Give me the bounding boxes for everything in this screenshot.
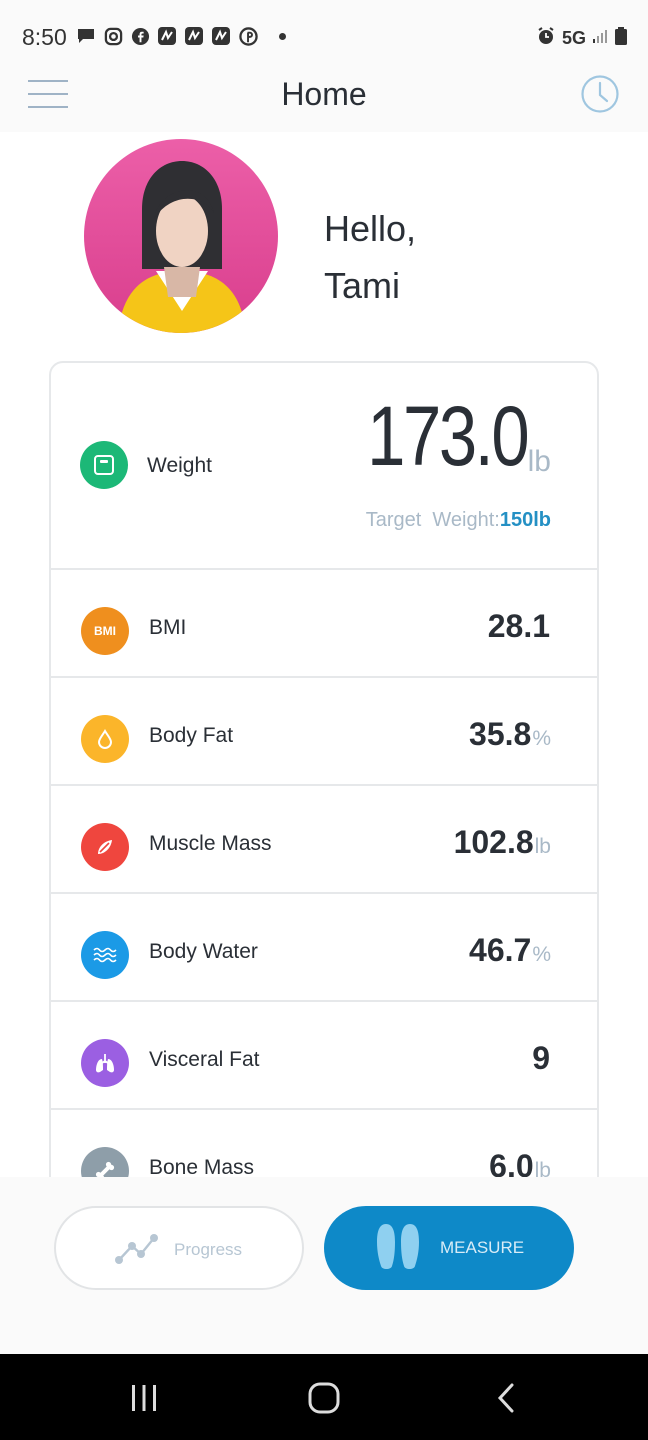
metric-row-muscle-mass[interactable]: Muscle Mass 102.8 lb bbox=[51, 786, 597, 894]
weight-label: Weight bbox=[147, 454, 212, 477]
greeting: Hello, Tami bbox=[324, 200, 416, 314]
metric-value: 9 bbox=[532, 1040, 551, 1077]
app-header: Home bbox=[0, 58, 648, 132]
weight-value: 173.0 lb bbox=[332, 391, 551, 481]
app-n-icon bbox=[157, 26, 177, 46]
instagram-icon bbox=[103, 26, 123, 46]
water-waves-icon bbox=[81, 931, 129, 979]
target-weight-label: Target Weight: bbox=[365, 509, 500, 531]
footprints-icon bbox=[372, 1220, 424, 1281]
facebook-icon bbox=[130, 26, 150, 46]
metric-row-body-fat[interactable]: Body Fat 35.8 % bbox=[51, 678, 597, 786]
pinterest-icon bbox=[238, 26, 258, 46]
lungs-icon bbox=[81, 1039, 129, 1087]
alarm-icon bbox=[536, 26, 556, 51]
metric-row-body-water[interactable]: Body Water 46.7 % bbox=[51, 894, 597, 1002]
metric-value: 46.7 % bbox=[469, 932, 551, 969]
measure-button[interactable]: MEASURE bbox=[324, 1206, 574, 1290]
metric-row-bmi[interactable]: BMI BMI 28.1 bbox=[51, 570, 597, 678]
metric-unit: % bbox=[532, 727, 551, 750]
metric-row-visceral-fat[interactable]: Visceral Fat 9 bbox=[51, 1002, 597, 1110]
metric-number: 102.8 bbox=[453, 824, 534, 860]
progress-chart-icon bbox=[114, 1232, 160, 1271]
weight-number: 173.0 bbox=[367, 389, 531, 483]
metric-label: Muscle Mass bbox=[149, 832, 272, 855]
app-n-icon bbox=[184, 26, 204, 46]
metric-label: Body Fat bbox=[149, 724, 234, 747]
measure-label: MEASURE bbox=[440, 1238, 525, 1257]
status-right: 5G bbox=[536, 26, 628, 51]
metric-label: Body Water bbox=[149, 940, 258, 963]
home-icon[interactable] bbox=[304, 1378, 344, 1418]
progress-label: Progress bbox=[174, 1240, 243, 1259]
avatar[interactable] bbox=[84, 139, 278, 333]
back-icon[interactable] bbox=[486, 1378, 526, 1418]
more-notifications-dot bbox=[279, 32, 286, 40]
metric-unit: lb bbox=[534, 835, 551, 858]
status-time: 8:50 bbox=[22, 24, 67, 50]
page-title: Home bbox=[281, 76, 367, 112]
metric-number: 46.7 bbox=[469, 932, 532, 968]
target-weight: Target Weight:150lb bbox=[366, 509, 551, 532]
bmi-icon-text: BMI bbox=[94, 624, 116, 638]
greeting-line1: Hello, bbox=[324, 208, 417, 249]
metric-label: Visceral Fat bbox=[149, 1048, 260, 1071]
metric-number: 28.1 bbox=[487, 608, 550, 644]
metrics-card: Weight 173.0 lb Target Weight:150lb BMI … bbox=[49, 361, 599, 1191]
message-icon bbox=[76, 26, 96, 46]
user-name: Tami bbox=[324, 265, 401, 306]
target-weight-value: 150lb bbox=[499, 509, 551, 531]
app-n-icon bbox=[211, 26, 231, 46]
metric-value: 35.8 % bbox=[469, 716, 551, 753]
battery-icon bbox=[614, 26, 628, 51]
clock-icon[interactable] bbox=[580, 74, 620, 114]
progress-button[interactable]: Progress bbox=[54, 1206, 304, 1290]
network-type: 5G bbox=[561, 28, 586, 48]
system-nav-bar bbox=[0, 1354, 648, 1440]
bmi-icon: BMI bbox=[81, 607, 129, 655]
scale-icon bbox=[80, 441, 128, 489]
signal-icon bbox=[592, 28, 608, 49]
weight-row[interactable]: Weight 173.0 lb Target Weight:150lb bbox=[51, 363, 597, 570]
bottom-action-bar: Progress MEASURE bbox=[0, 1177, 648, 1354]
notification-icons bbox=[76, 26, 286, 46]
metric-unit: % bbox=[532, 943, 551, 966]
metric-number: 35.8 bbox=[469, 716, 532, 752]
metric-label: BMI bbox=[149, 616, 187, 639]
metric-value: 102.8 lb bbox=[454, 824, 551, 861]
recent-apps-icon[interactable] bbox=[124, 1378, 164, 1418]
weight-unit: lb bbox=[527, 445, 551, 478]
metric-number: 9 bbox=[532, 1040, 550, 1076]
drop-icon bbox=[81, 715, 129, 763]
muscle-icon bbox=[81, 823, 129, 871]
metric-value: 28.1 bbox=[488, 608, 551, 645]
